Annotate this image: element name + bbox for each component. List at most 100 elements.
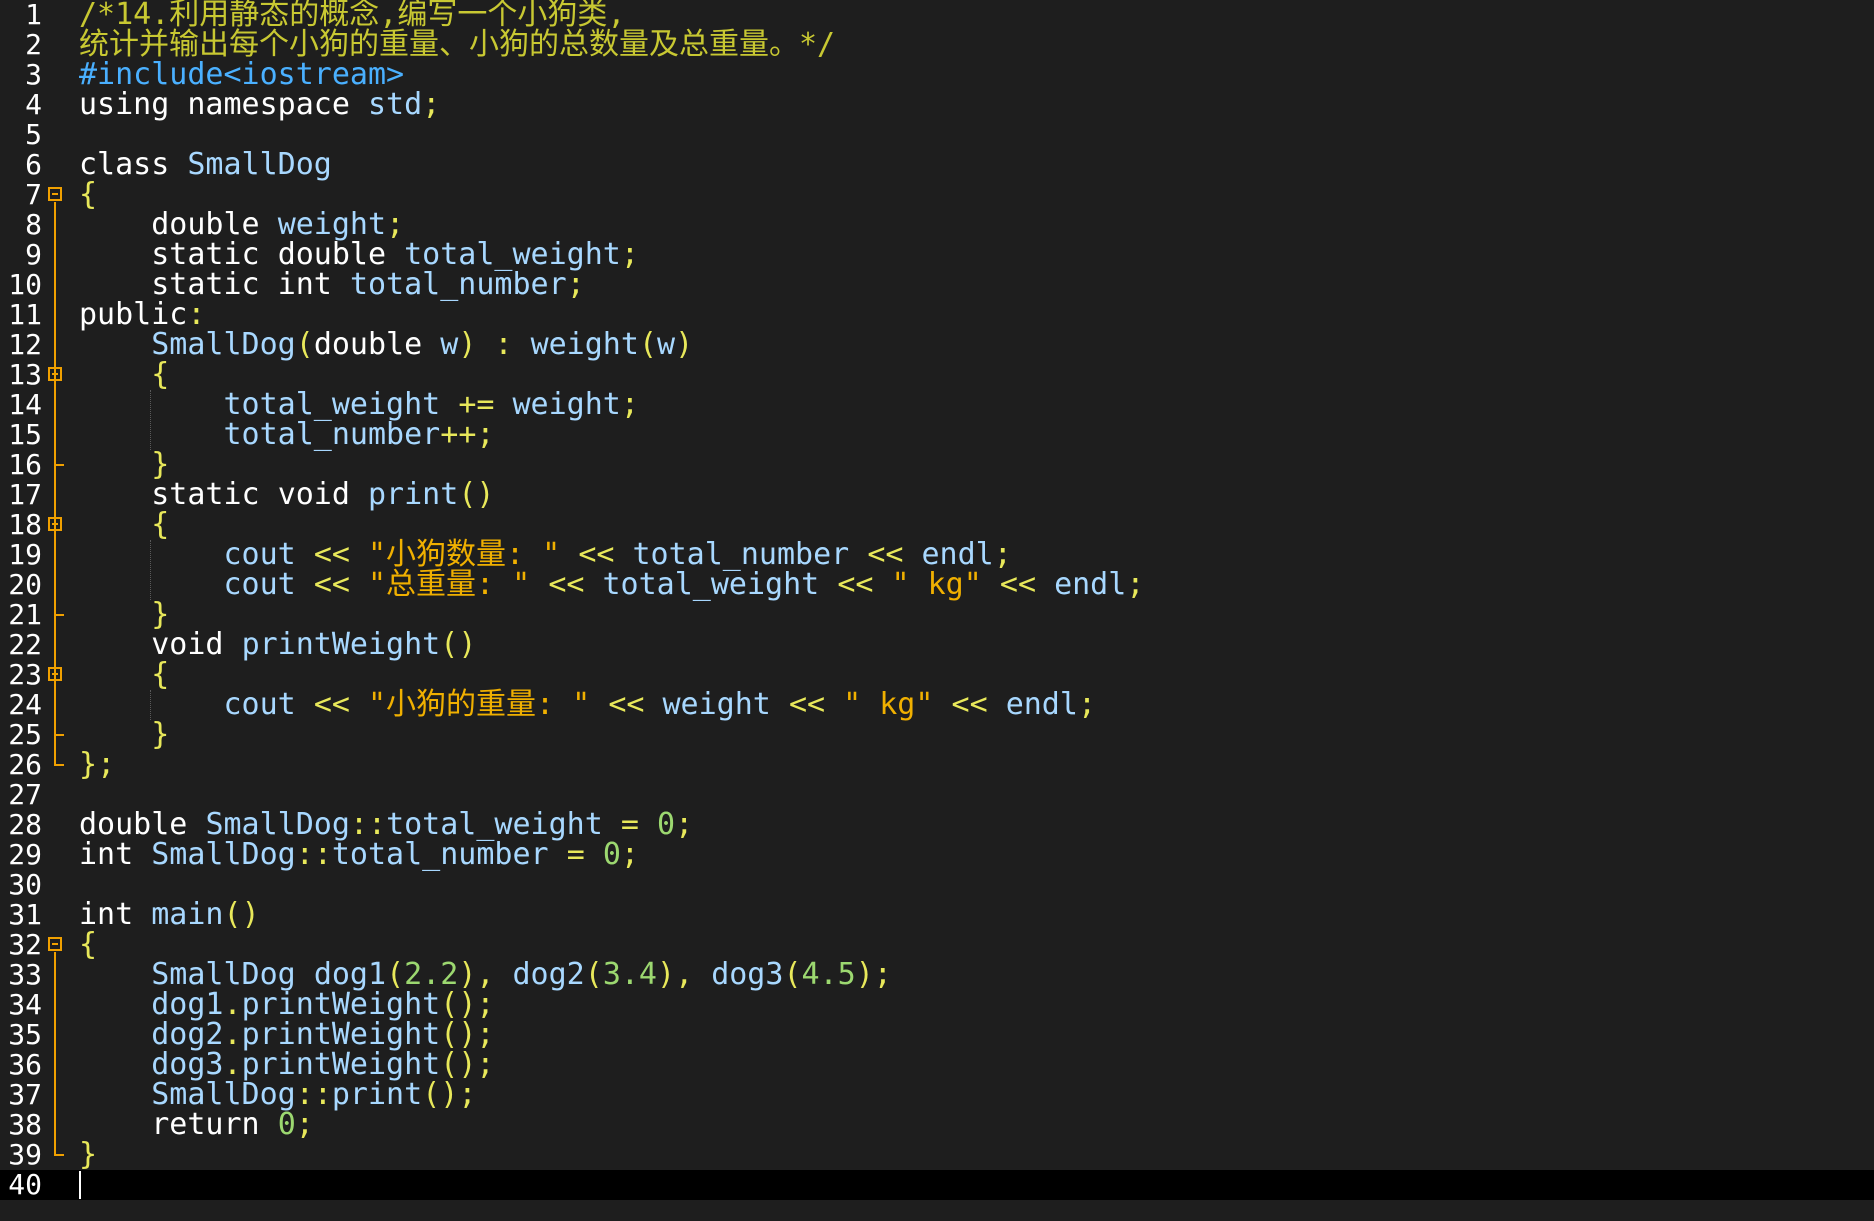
code-line[interactable]: 14 total_weight += weight; [0,390,1874,420]
fold-region-end [54,614,64,616]
line-number: 31 [8,898,42,931]
code-line[interactable]: 28 double SmallDog::total_weight = 0; [0,810,1874,840]
fold-region-end [54,1154,64,1156]
code-text: class SmallDog [79,147,332,182]
code-text: return 0; [151,1107,314,1142]
code-text: dog2.printWeight(); [151,1017,495,1052]
indent-guide [150,390,152,450]
fold-region-line [54,952,56,1156]
code-line[interactable]: 26}; [0,750,1874,780]
code-text: SmallDog dog1(2.2), dog2(3.4), dog3(4.5)… [151,957,892,992]
line-number: 35 [8,1018,42,1051]
code-line[interactable]: 37 SmallDog::print(); [0,1080,1874,1110]
code-text: double SmallDog::total_weight = 0; [79,807,694,842]
code-line[interactable]: 7{ [0,180,1874,210]
code-text: cout << "总重量: " << total_weight << " kg"… [223,567,1145,602]
code-line[interactable]: 3 #include<iostream> [0,60,1874,90]
line-number: 21 [8,598,42,631]
fold-region-end [54,764,64,766]
line-number: 28 [8,808,42,841]
code-text: void printWeight() [151,627,477,662]
line-number: 29 [8,838,42,871]
code-text: cout << "小狗数量: " << total_number << endl… [223,537,1012,572]
code-text: } [151,717,170,752]
code-text: public: [79,297,206,332]
code-text: cout << "小狗的重量: " << weight << " kg" << … [223,687,1097,722]
line-number: 9 [25,238,42,271]
line-number: 38 [8,1108,42,1141]
line-number: 34 [8,988,42,1021]
code-line[interactable]: 19 cout << "小狗数量: " << total_number << e… [0,540,1874,570]
code-text: static void print() [151,477,495,512]
code-line[interactable]: 27 [0,780,1874,810]
line-number: 22 [8,628,42,661]
line-number: 27 [8,778,42,811]
code-text: dog3.printWeight(); [151,1047,495,1082]
code-text: } [151,597,170,632]
line-number: 36 [8,1048,42,1081]
code-line[interactable]: 39} [0,1140,1874,1170]
code-text: double weight; [151,207,405,242]
fold-region-end [54,464,64,466]
code-line[interactable]: 15 total_number++; [0,420,1874,450]
line-number: 1 [25,0,42,31]
code-text: } [79,1137,98,1172]
code-line[interactable]: 18 { [0,510,1874,540]
code-line[interactable]: 33 SmallDog dog1(2.2), dog2(3.4), dog3(4… [0,960,1874,990]
code-line[interactable]: 5 [0,120,1874,150]
code-line[interactable]: 8 double weight; [0,210,1874,240]
line-number: 14 [8,388,42,421]
fold-toggle-icon[interactable] [48,187,62,201]
code-line[interactable]: 24 cout << "小狗的重量: " << weight << " kg" … [0,690,1874,720]
code-line[interactable]: 20 cout << "总重量: " << total_weight << " … [0,570,1874,600]
code-line[interactable]: 31 int main() [0,900,1874,930]
line-number: 24 [8,688,42,721]
line-number: 17 [8,478,42,511]
code-line[interactable]: 36 dog3.printWeight(); [0,1050,1874,1080]
fold-region-end [54,734,64,736]
code-line[interactable]: 17 static void print() [0,480,1874,510]
code-editor[interactable]: 1 /*14.利用静态的概念,编写一个小狗类, 2 统计并输出每个小狗的重量、小狗的总… [0,0,1874,1221]
line-number: 16 [8,448,42,481]
fold-toggle-icon[interactable] [48,937,62,951]
code-line[interactable]: 29 int SmallDog::total_number = 0; [0,840,1874,870]
line-number: 12 [8,328,42,361]
code-line[interactable]: 38 return 0; [0,1110,1874,1140]
code-text: int SmallDog::total_number = 0; [79,837,639,872]
code-text: } [151,447,170,482]
code-text: #include<iostream> [79,57,405,92]
code-text: static double total_weight; [151,237,639,272]
code-line[interactable]: 40 [0,1170,1874,1200]
code-text: { [151,357,170,392]
code-text: { [79,927,98,962]
code-text: dog1.printWeight(); [151,987,495,1022]
code-line[interactable]: 23 { [0,660,1874,690]
line-number: 30 [8,868,42,901]
code-line[interactable]: 11 public: [0,300,1874,330]
line-number: 2 [25,28,42,61]
code-line[interactable]: 30 [0,870,1874,900]
code-line[interactable]: 4 using namespace std; [0,90,1874,120]
code-line[interactable]: 25 } [0,720,1874,750]
code-line[interactable]: 2 统计并输出每个小狗的重量、小狗的总数量及总重量。*/ [0,30,1874,60]
code-line[interactable]: 32 { [0,930,1874,960]
code-text: SmallDog(double w) : weight(w) [151,327,694,362]
line-number: 18 [8,508,42,541]
code-text: }; [79,747,116,782]
code-line[interactable]: 35 dog2.printWeight(); [0,1020,1874,1050]
code-line[interactable]: 13 { [0,360,1874,390]
code-text: int main() [79,897,260,932]
code-line[interactable]: 6 class SmallDog [0,150,1874,180]
code-line[interactable]: 10 static int total_number; [0,270,1874,300]
code-line[interactable]: 22 void printWeight() [0,630,1874,660]
code-line[interactable]: 34 dog1.printWeight(); [0,990,1874,1020]
code-line[interactable]: 12 SmallDog(double w) : weight(w) [0,330,1874,360]
line-number: 5 [25,118,42,151]
code-line[interactable]: 9 static double total_weight; [0,240,1874,270]
line-number: 23 [8,658,42,691]
code-line[interactable]: 1 /*14.利用静态的概念,编写一个小狗类, [0,0,1874,30]
text-cursor [79,1171,81,1199]
code-line[interactable]: 16 } [0,450,1874,480]
code-text: { [151,507,170,542]
code-line[interactable]: 21 } [0,600,1874,630]
